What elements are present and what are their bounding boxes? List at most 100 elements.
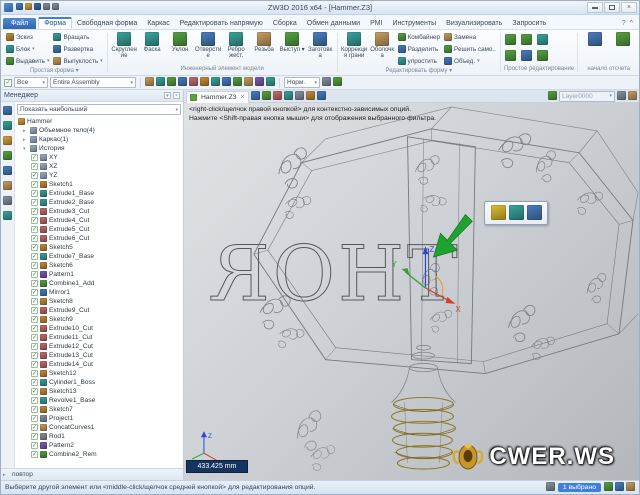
layer-visibility-button[interactable] [548,91,557,102]
tree-item[interactable]: ✓Extrude13_Cut [15,351,183,360]
pick-checkbox[interactable]: ✓ [4,79,12,87]
tree-item[interactable]: ✓Pattern1 [15,270,183,279]
menu-tab[interactable]: Свободная форма [72,18,142,29]
all-filter-button[interactable] [266,77,275,88]
bulge-button[interactable]: Выпуклость▾ [52,55,103,67]
visibility-checkbox[interactable]: ✓ [31,208,38,215]
tree-item[interactable]: ✓Combine2_Rem [15,450,183,459]
new-file-button[interactable] [16,3,23,12]
visibility-checkbox[interactable]: ✓ [31,334,38,341]
tree-item[interactable]: ✓Sketch1 [15,180,183,189]
tree-item[interactable]: ✓Extrude1_Base [15,189,183,198]
simplify-button[interactable]: упростить [397,55,441,67]
menu-tab[interactable]: Сборка [268,18,302,29]
tree-item[interactable]: ✓Extrude14_Cut [15,360,183,369]
tree-item[interactable]: ✓Extrude6_Cut [15,234,183,243]
scale-button[interactable] [505,50,516,63]
stock-button[interactable]: Заготовка [307,31,334,60]
wireframe-mode-button[interactable] [306,91,315,102]
curve-filter-button[interactable] [156,77,165,88]
datum-filter-button[interactable] [222,77,231,88]
shade-mode-button[interactable] [295,91,304,102]
tree-item[interactable]: ✓Extrude2_Base [15,198,183,207]
tree-item[interactable]: ✓Extrude12_Cut [15,342,183,351]
visibility-checkbox[interactable]: ✓ [31,316,38,323]
visibility-checkbox[interactable]: ✓ [31,388,38,395]
tree-item[interactable]: ✓Rod1 [15,432,183,441]
select-tool-button[interactable] [251,91,260,102]
close-tab-icon[interactable]: × [241,94,245,101]
tree-item[interactable]: ✓YZ [15,171,183,180]
menu-tab[interactable]: Запросить [507,18,551,29]
lock-view-button[interactable] [628,91,637,102]
menu-tab[interactable]: Редактировать напрямую [175,18,268,29]
visual-panel-button[interactable] [3,166,12,177]
face-correction-button[interactable]: Коррекция грани [341,31,368,60]
menu-tab[interactable]: Инструменты [388,18,442,29]
save-button[interactable] [34,3,41,12]
tree-root[interactable]: Hammer [15,117,183,126]
datum-plane-button[interactable] [581,31,608,47]
visibility-checkbox[interactable]: ✓ [31,370,38,377]
edge-filter-button[interactable] [167,77,176,88]
rotate-button[interactable] [537,34,548,47]
text-filter-button[interactable] [233,77,242,88]
tree-group[interactable]: ▸Каркас(1) [15,135,183,144]
visibility-checkbox[interactable]: ✓ [31,442,38,449]
visibility-checkbox[interactable]: ✓ [31,235,38,242]
help-icon[interactable]: ? [622,20,626,27]
tree-item[interactable]: ✓Sketch6 [15,261,183,270]
lights-panel-button[interactable] [3,181,12,192]
assistant-panel-button[interactable] [3,211,12,222]
tree-item[interactable]: ✓Sketch8 [15,297,183,306]
replace-button[interactable]: Замена [443,31,497,43]
tree-item[interactable]: ✓Extrude4_Cut [15,216,183,225]
tree-item[interactable]: ✓XZ [15,162,183,171]
boss-button[interactable]: Выступ ▾ [279,31,306,53]
layer-combo[interactable]: Layer0000▾ [559,91,615,102]
tree-item[interactable]: ✓Extrude9_Cut [15,306,183,315]
component-filter-button[interactable] [200,77,209,88]
visibility-checkbox[interactable]: ✓ [31,352,38,359]
datum-axis-button[interactable] [609,31,636,47]
visibility-checkbox[interactable]: ✓ [31,280,38,287]
pin-panel-icon[interactable]: ▾ [164,92,171,99]
visibility-checkbox[interactable]: ✓ [31,199,38,206]
expander-icon[interactable]: ▾ [23,146,30,152]
pick-settings-button[interactable] [322,77,331,88]
tree-item[interactable]: ✓Extrude3_Cut [15,207,183,216]
draft-button[interactable]: Уклон [167,31,194,53]
units-status-button[interactable] [626,482,635,493]
visibility-checkbox[interactable]: ✓ [31,451,38,458]
tree-item[interactable]: ✓Combine1_Add [15,279,183,288]
extrude-button[interactable]: Выдавить▾ [5,55,50,67]
tree-item[interactable]: ✓Extrude11_Cut [15,333,183,342]
visibility-checkbox[interactable]: ✓ [31,226,38,233]
filter-funnel-button[interactable] [546,482,555,493]
unite-button[interactable]: Объед.▾ [443,55,497,67]
block-button[interactable]: Блок▾ [5,43,50,55]
visibility-checkbox[interactable]: ✓ [31,217,38,224]
tree-item[interactable]: ✓XY [15,153,183,162]
tree-display-combo[interactable]: Показать наибольший▾ [17,104,181,115]
visibility-checkbox[interactable]: ✓ [31,361,38,368]
tree-item[interactable]: ✓Sketch12 [15,369,183,378]
tree-item[interactable]: ✓Pattern2 [15,441,183,450]
layers-panel-button[interactable] [3,136,12,147]
tree-item[interactable]: ✓Cylinder1_Boss [15,378,183,387]
menu-tab[interactable]: PMI [365,18,387,29]
rotate-view-button[interactable] [273,91,282,102]
visibility-checkbox[interactable]: ✓ [31,424,38,431]
revolve-button[interactable]: Вращать [52,31,103,43]
tree-group[interactable]: ▾История [15,144,183,153]
face-filter-button[interactable] [178,77,187,88]
revolve-tool-button[interactable] [509,205,524,222]
replay-bar[interactable]: ▸ повтор [1,468,183,480]
files-panel-button[interactable] [3,196,12,207]
redo-button[interactable] [52,3,59,12]
menu-tab[interactable]: Форма [38,17,72,29]
tree-item[interactable]: ✓ConcatCurves1 [15,423,183,432]
shape-filter-button[interactable] [189,77,198,88]
zoom-fit-button[interactable] [284,91,293,102]
close-button[interactable]: × [621,2,637,13]
